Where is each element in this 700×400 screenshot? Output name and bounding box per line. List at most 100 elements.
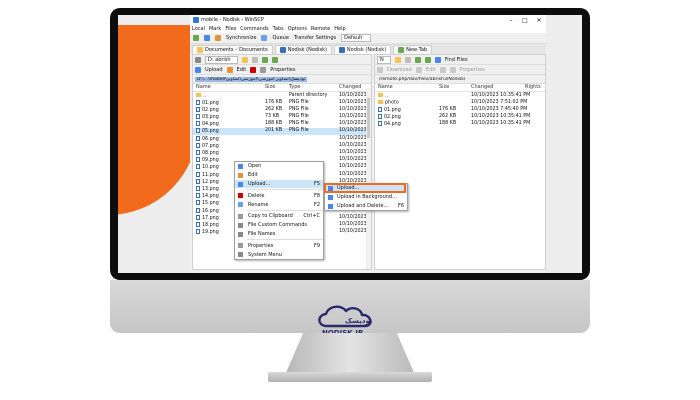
- open-icon: [238, 164, 243, 169]
- table-row[interactable]: 05.png 201 KB PNG File 10/10/2023: [193, 127, 371, 136]
- menu-item-open[interactable]: Open: [235, 162, 323, 171]
- back-icon[interactable]: [414, 56, 421, 63]
- remote-download-button[interactable]: Download: [387, 67, 412, 73]
- menu-files[interactable]: Files: [225, 26, 236, 32]
- local-scrollbar[interactable]: [366, 88, 371, 269]
- filter-icon[interactable]: [404, 56, 411, 63]
- menu-local[interactable]: Local: [192, 26, 205, 32]
- local-upload-button[interactable]: Upload: [205, 67, 223, 73]
- queue-button[interactable]: Queue: [272, 35, 288, 41]
- menu-item-delete[interactable]: Delete F8: [235, 191, 323, 200]
- minimize-button[interactable]: –: [504, 17, 518, 24]
- remote-drive-bar: N Find Files: [375, 55, 545, 65]
- submenu-item-upload-and-delete[interactable]: Upload and Delete... F6: [325, 202, 407, 211]
- remote-path-bar[interactable]: /remote.php/dav/files/abrish3/Nodisk/: [375, 75, 545, 84]
- scroll-thumb[interactable]: [367, 98, 370, 138]
- file-icon: [196, 142, 200, 148]
- table-row[interactable]: .. Parent directory 10/10/2023: [193, 92, 371, 99]
- table-row[interactable]: 08.png 10/10/2023: [193, 150, 371, 157]
- synchronize-button[interactable]: Synchronize: [226, 35, 256, 41]
- tab-documents[interactable]: Documents – Documents: [192, 45, 273, 54]
- table-row[interactable]: photo 10/10/2023 7:51:02 PM: [375, 99, 545, 106]
- table-row[interactable]: 04.png 188 KB 10/10/2023 10:35:41 PM: [375, 121, 545, 128]
- menu-item-copy-to-clipboard[interactable]: Copy to Clipboard Ctrl+C: [235, 212, 323, 221]
- forward-icon[interactable]: [424, 56, 431, 63]
- close-button[interactable]: ✕: [532, 17, 546, 24]
- table-row[interactable]: 01.png 176 KB PNG File 10/10/2023: [193, 99, 371, 106]
- col-size[interactable]: Size: [265, 84, 275, 90]
- maximize-button[interactable]: □: [518, 17, 532, 24]
- file-icon: [378, 106, 382, 112]
- local-drive-bar: D: abrish: [193, 55, 371, 65]
- transfer-settings-select[interactable]: Default: [341, 34, 372, 42]
- tab-nodisk-2[interactable]: Nodisk (Nodisk): [333, 45, 392, 54]
- remote-drive-select[interactable]: N: [377, 55, 391, 64]
- table-row[interactable]: .. 10/10/2023 10:35:41 PM: [375, 92, 545, 99]
- menu-help[interactable]: Help: [334, 26, 345, 32]
- new-icon[interactable]: [193, 35, 199, 41]
- back-icon[interactable]: [261, 56, 268, 63]
- delete-icon[interactable]: [439, 66, 446, 73]
- menu-item-properties[interactable]: Properties F9: [235, 241, 323, 250]
- tab-new[interactable]: New Tab: [393, 45, 433, 54]
- file-changed: 10/10/2023: [339, 171, 367, 177]
- menu-tabs[interactable]: Tabs: [273, 26, 284, 32]
- remote-path[interactable]: /remote.php/dav/files/abrish3/Nodisk/: [377, 77, 467, 82]
- col-name[interactable]: Name: [196, 84, 211, 90]
- filter-icon[interactable]: [251, 56, 258, 63]
- menu-remote[interactable]: Remote: [311, 26, 330, 32]
- col-changed[interactable]: Changed: [471, 84, 493, 90]
- table-row[interactable]: 03.png 73 KB PNG File 10/10/2023: [193, 114, 371, 121]
- menu-item-file-custom-commands[interactable]: File Custom Commands: [235, 221, 323, 230]
- col-type[interactable]: Type: [289, 84, 300, 90]
- table-row[interactable]: 01.png 176 KB 10/10/2023 7:45:40 PM: [375, 106, 545, 113]
- file-size: 201 KB: [265, 128, 283, 134]
- compare-icon[interactable]: [215, 35, 221, 41]
- file-name: 09.png: [196, 157, 219, 163]
- local-path[interactable]: D:\...\mobile\نودیسک\تصاویر آموزشی\آموزش…: [195, 76, 308, 82]
- file-changed: 10/10/2023: [339, 214, 367, 220]
- table-row[interactable]: 07.png 10/10/2023: [193, 142, 371, 149]
- menu-options[interactable]: Options: [288, 26, 307, 32]
- file-icon: [196, 135, 200, 141]
- menu-item-edit[interactable]: Edit: [235, 171, 323, 180]
- delete-icon[interactable]: [250, 66, 257, 73]
- file-name: 10.png: [196, 164, 219, 170]
- local-properties-button[interactable]: Properties: [270, 67, 295, 73]
- col-name[interactable]: Name: [378, 84, 393, 90]
- menu-item-system-menu[interactable]: System Menu: [235, 250, 323, 259]
- file-changed: 10/10/2023: [339, 135, 367, 141]
- open-folder-icon[interactable]: [394, 56, 401, 63]
- table-row[interactable]: 06.png 10/10/2023: [193, 135, 371, 142]
- find-files-button[interactable]: Find Files: [445, 57, 468, 63]
- remote-properties-button[interactable]: Properties: [460, 67, 485, 73]
- col-size[interactable]: Size: [439, 84, 449, 90]
- title-bar[interactable]: mobile - Nodisk - WinSCP – □ ✕: [190, 15, 546, 25]
- menu-item-upload[interactable]: Upload... F5: [235, 179, 323, 189]
- forward-icon[interactable]: [271, 56, 278, 63]
- open-folder-icon[interactable]: [241, 56, 248, 63]
- menu-commands[interactable]: Commands: [240, 26, 268, 32]
- menu-item-file-names[interactable]: File Names: [235, 230, 323, 239]
- monitor-bezel: mobile - Nodisk - WinSCP – □ ✕ Local Mar…: [110, 8, 590, 280]
- file-size: 262 KB: [265, 106, 283, 112]
- table-row[interactable]: 04.png 188 KB PNG File 10/10/2023: [193, 121, 371, 128]
- table-row[interactable]: 02.png 262 KB 10/10/2023 10:35:41 PM: [375, 114, 545, 121]
- col-changed[interactable]: Changed: [339, 84, 361, 90]
- remote-edit-button[interactable]: Edit: [426, 67, 436, 73]
- file-name: 02.png: [196, 106, 219, 113]
- submenu-item-upload-in-background[interactable]: Upload in Background...: [325, 193, 407, 202]
- table-row[interactable]: 02.png 262 KB PNG File 10/10/2023: [193, 106, 371, 113]
- file-name: 08.png: [196, 150, 219, 156]
- local-drive-select[interactable]: D: abrish: [205, 55, 238, 64]
- refresh-icon[interactable]: [204, 35, 210, 41]
- file-name: 18.png: [196, 221, 219, 228]
- monitor-icon: [279, 47, 286, 53]
- menu-mark[interactable]: Mark: [209, 26, 221, 32]
- file-changed: 10/10/2023: [339, 229, 367, 235]
- local-edit-button[interactable]: Edit: [237, 67, 247, 73]
- local-path-bar[interactable]: D:\...\mobile\نودیسک\تصاویر آموزشی\آموزش…: [193, 75, 371, 84]
- menu-item-rename[interactable]: Rename F2: [235, 200, 323, 209]
- col-rights[interactable]: Rights: [525, 84, 541, 90]
- tab-nodisk-1[interactable]: Nodisk (Nodisk): [274, 45, 332, 54]
